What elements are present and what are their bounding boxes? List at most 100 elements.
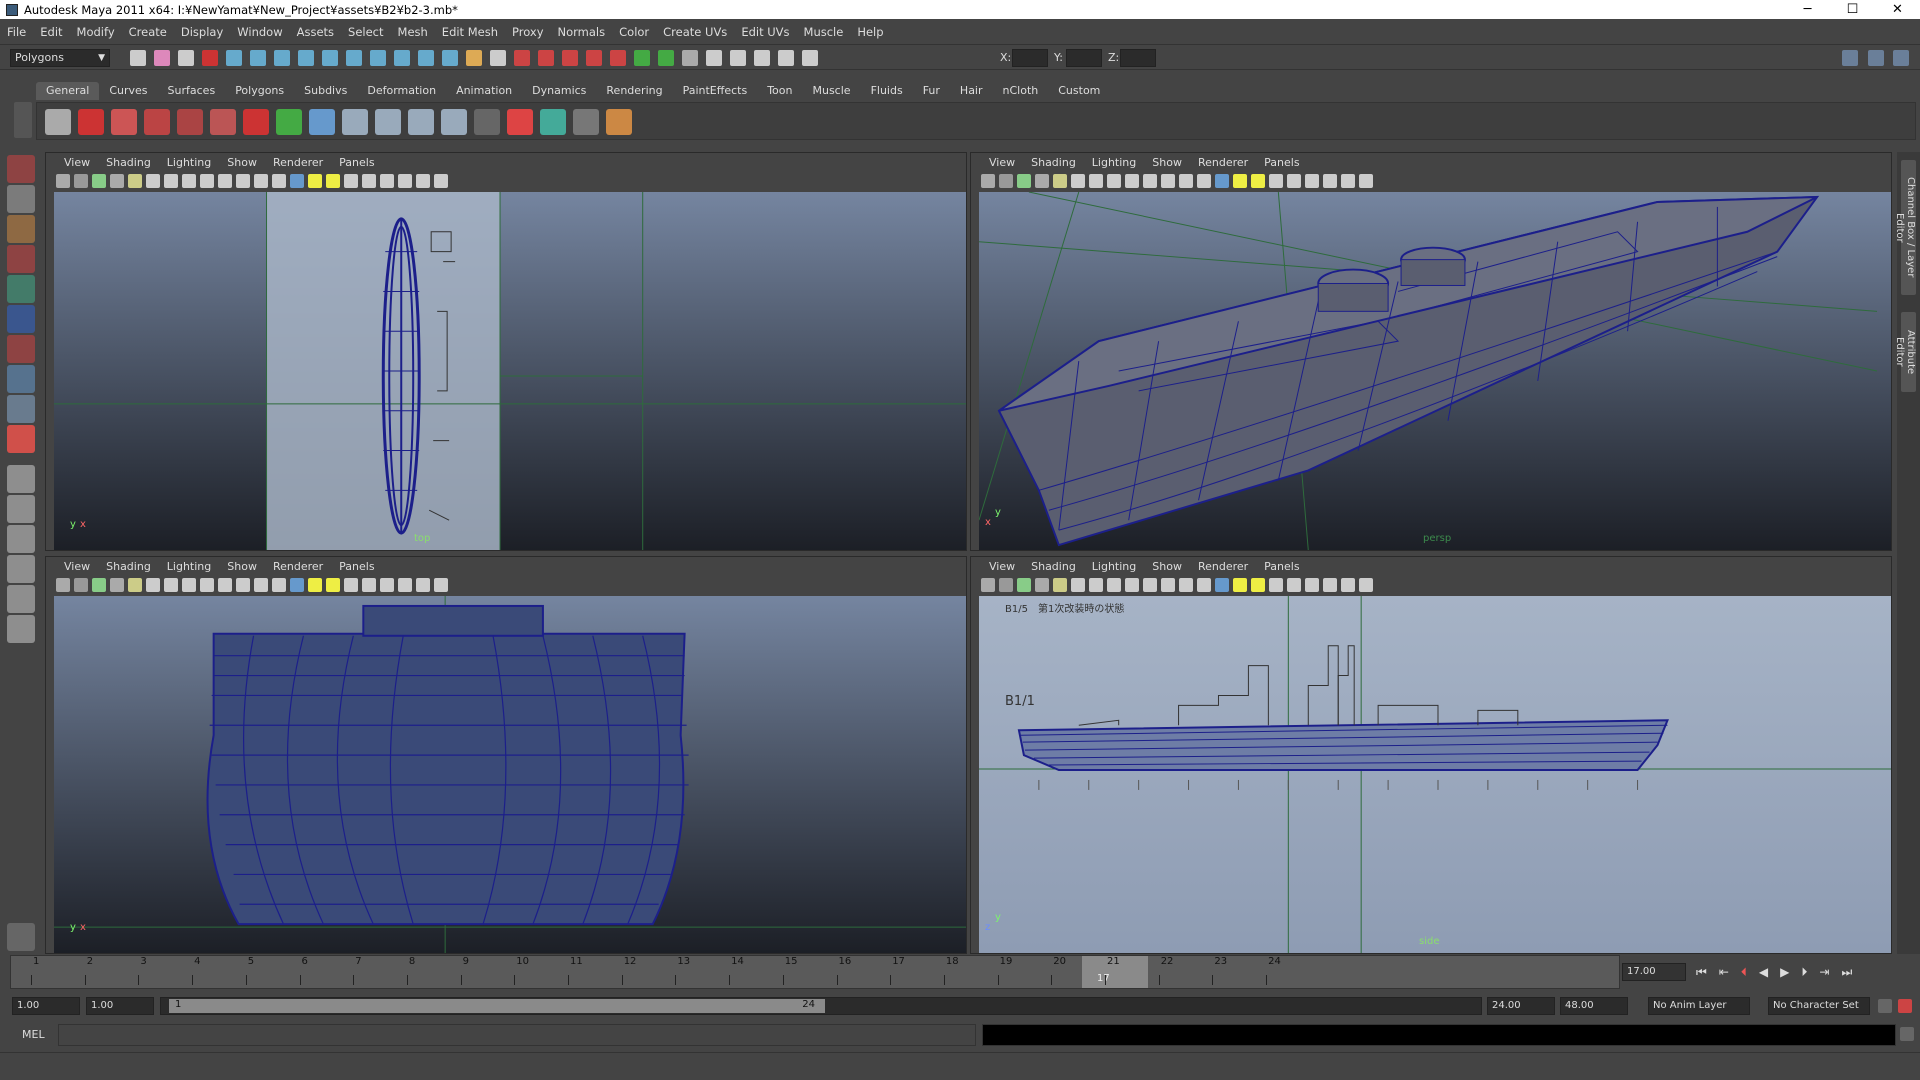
xray-active-icon[interactable]	[434, 174, 448, 188]
animation-start-field[interactable]: 1.00	[12, 997, 80, 1015]
viewport-menu-lighting[interactable]: Lighting	[1084, 560, 1144, 573]
default-lighting-icon[interactable]	[308, 174, 322, 188]
xray-icon[interactable]	[1323, 578, 1337, 592]
menu-normals[interactable]: Normals	[551, 25, 613, 39]
shelf-tab-animation[interactable]: Animation	[446, 82, 522, 100]
xray-icon[interactable]	[398, 174, 412, 188]
shelf-tab-fluids[interactable]: Fluids	[861, 82, 913, 100]
menu-color[interactable]: Color	[612, 25, 656, 39]
key-icon[interactable]	[1878, 999, 1892, 1013]
layout-hypershade-icon[interactable]	[7, 585, 35, 613]
script-icon[interactable]	[606, 109, 632, 135]
gate-mask-icon[interactable]	[1125, 578, 1139, 592]
smooth-shade-icon[interactable]	[1215, 578, 1229, 592]
pick-mask-icon[interactable]	[274, 50, 290, 66]
manipulator-icon[interactable]	[7, 335, 35, 363]
anim-layer-dropdown[interactable]: No Anim Layer	[1648, 997, 1750, 1015]
channel-box-toggle-icon[interactable]	[1868, 50, 1884, 66]
viewport-menu-renderer[interactable]: Renderer	[1190, 156, 1256, 169]
gate-mask-icon[interactable]	[200, 578, 214, 592]
command-input[interactable]	[58, 1024, 976, 1046]
layout-custom-icon[interactable]	[7, 615, 35, 643]
paint-icon[interactable]	[507, 109, 533, 135]
skin-icon[interactable]	[474, 109, 500, 135]
minimize-button[interactable]: ─	[1785, 0, 1830, 19]
render-icon[interactable]	[658, 50, 674, 66]
show-manip-icon[interactable]	[7, 395, 35, 423]
viewport-menu-view[interactable]: View	[981, 156, 1023, 169]
isolate-select-icon[interactable]	[380, 578, 394, 592]
save-scene-icon[interactable]	[178, 50, 194, 66]
default-lighting-icon[interactable]	[1233, 174, 1247, 188]
menu-help[interactable]: Help	[850, 25, 890, 39]
pick-deform-icon[interactable]	[370, 50, 386, 66]
snap-curve-icon[interactable]	[538, 50, 554, 66]
viewport-menu-show[interactable]: Show	[219, 560, 265, 573]
viewport-menu-panels[interactable]: Panels	[331, 560, 382, 573]
bomb-icon[interactable]	[111, 109, 137, 135]
camera-attr-icon[interactable]	[981, 578, 995, 592]
highlight-icon[interactable]	[490, 50, 506, 66]
arrow-icon[interactable]	[243, 109, 269, 135]
layout-single-icon[interactable]	[7, 465, 35, 493]
shelf-tab-curves[interactable]: Curves	[99, 82, 157, 100]
grid-icon[interactable]	[1071, 174, 1085, 188]
xray-icon[interactable]	[1323, 174, 1337, 188]
move-tool-icon[interactable]	[7, 245, 35, 273]
viewport-menu-lighting[interactable]: Lighting	[159, 156, 219, 169]
menu-create-uvs[interactable]: Create UVs	[656, 25, 734, 39]
viewport-side[interactable]: View Shading Lighting Show Renderer Panels	[970, 556, 1892, 954]
textured-icon[interactable]	[326, 174, 340, 188]
layout-persp-outliner-icon[interactable]	[7, 525, 35, 553]
camera-attr-icon[interactable]	[981, 174, 995, 188]
play-forward-icon[interactable]: ▶	[1780, 965, 1789, 979]
select-component-icon[interactable]	[250, 50, 266, 66]
viewport-menu-show[interactable]: Show	[219, 156, 265, 169]
ik-spline-icon[interactable]	[408, 109, 434, 135]
pick-joint-icon[interactable]	[298, 50, 314, 66]
2d-pan-icon[interactable]	[1035, 174, 1049, 188]
bookmark-icon[interactable]	[74, 578, 88, 592]
shelf-tab-custom[interactable]: Custom	[1048, 82, 1110, 100]
viewport-menu-renderer[interactable]: Renderer	[265, 156, 331, 169]
safe-action-icon[interactable]	[236, 578, 250, 592]
lasso-tool-icon[interactable]	[7, 185, 35, 213]
maximize-button[interactable]: ☐	[1830, 0, 1875, 19]
all-lights-icon[interactable]	[1287, 174, 1301, 188]
shelf-tab-toon[interactable]: Toon	[757, 82, 802, 100]
go-to-end-icon[interactable]: ⏭	[1841, 965, 1852, 980]
viewport-menu-shading[interactable]: Shading	[98, 156, 159, 169]
xray-joints-icon[interactable]	[416, 174, 430, 188]
layout-graph-icon[interactable]	[7, 555, 35, 583]
resolution-gate-icon[interactable]	[182, 174, 196, 188]
hypershade-icon[interactable]	[730, 50, 746, 66]
pick-curve-icon[interactable]	[322, 50, 338, 66]
wireframe-icon[interactable]	[272, 174, 286, 188]
step-forward-key-icon[interactable]: ⇥	[1819, 965, 1829, 979]
snap-grid-icon[interactable]	[514, 50, 530, 66]
cluster-icon[interactable]	[177, 109, 203, 135]
viewport-menu-view[interactable]: View	[56, 156, 98, 169]
pick-render-icon[interactable]	[418, 50, 434, 66]
go-to-start-icon[interactable]: ⏮	[1696, 965, 1707, 980]
safe-title-icon[interactable]	[1179, 174, 1193, 188]
render-view-icon[interactable]	[754, 50, 770, 66]
script-editor-icon[interactable]	[1900, 1027, 1914, 1041]
safe-action-icon[interactable]	[1161, 174, 1175, 188]
time-slider[interactable]: 17 1 2 3 4 5 6 7 8 9 10 11 12 13 14 15 16 17 18 19 20 21 22 23…	[10, 955, 1620, 989]
default-lighting-icon[interactable]	[308, 578, 322, 592]
shelf-tab-ncloth[interactable]: nCloth	[993, 82, 1049, 100]
step-back-frame-icon[interactable]: ⏴	[1741, 965, 1747, 980]
viewport-menu-shading[interactable]: Shading	[1023, 560, 1084, 573]
pick-surface-icon[interactable]	[346, 50, 362, 66]
playback-end-field[interactable]: 24.00	[1487, 997, 1555, 1015]
film-gate-icon[interactable]	[164, 174, 178, 188]
textured-icon[interactable]	[1251, 578, 1265, 592]
textured-icon[interactable]	[1251, 174, 1265, 188]
lock-icon[interactable]	[466, 50, 482, 66]
xray-active-icon[interactable]	[434, 578, 448, 592]
viewport-menu-lighting[interactable]: Lighting	[159, 560, 219, 573]
grid-icon[interactable]	[1071, 578, 1085, 592]
viewport-top[interactable]: View Shading Lighting Show Renderer Panels to…	[45, 152, 967, 551]
shelf-tab-subdivs[interactable]: Subdivs	[294, 82, 357, 100]
